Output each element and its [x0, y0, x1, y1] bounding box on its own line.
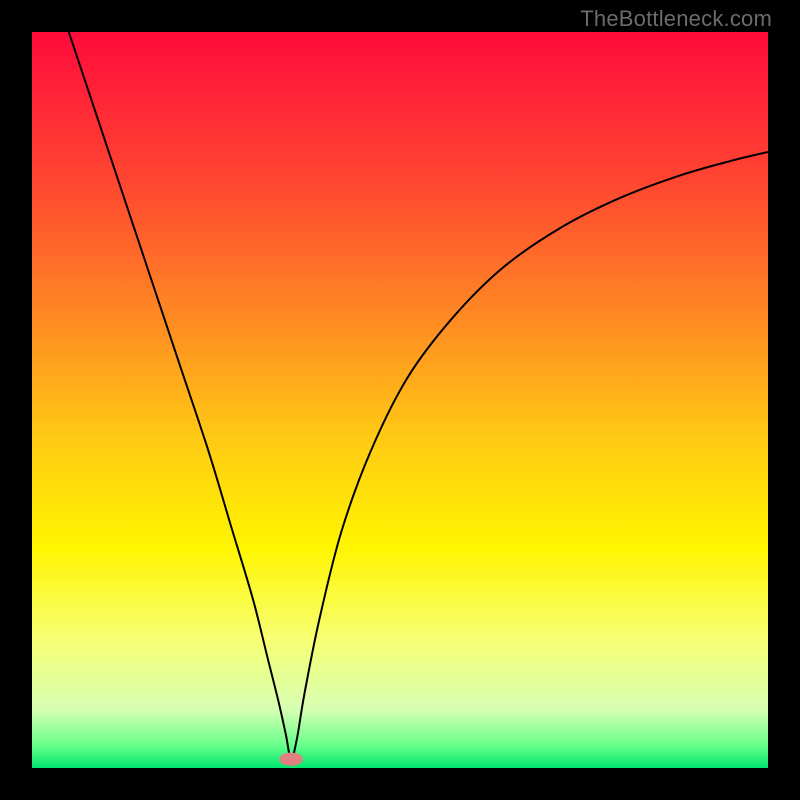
watermark-text: TheBottleneck.com: [580, 6, 772, 32]
plot-area: [32, 32, 768, 768]
chart-frame: TheBottleneck.com: [0, 0, 800, 800]
optimal-point-marker: [279, 753, 303, 766]
curve-layer: [32, 32, 768, 768]
bottleneck-curve: [69, 32, 768, 759]
